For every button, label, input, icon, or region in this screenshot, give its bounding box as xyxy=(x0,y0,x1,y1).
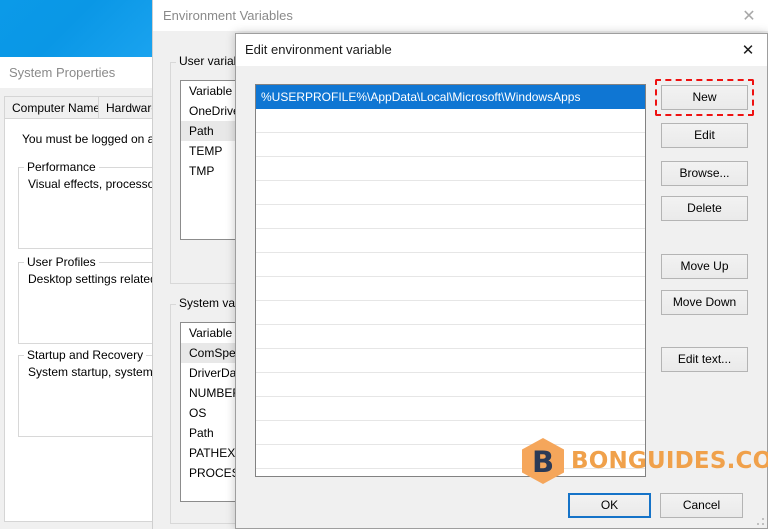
edit-text-button[interactable]: Edit text... xyxy=(661,347,748,372)
path-list-item[interactable] xyxy=(256,445,645,469)
path-list-item[interactable] xyxy=(256,373,645,397)
path-list-item[interactable] xyxy=(256,229,645,253)
resize-grip-icon[interactable] xyxy=(756,517,765,526)
path-list-item[interactable]: %USERPROFILE%\AppData\Local\Microsoft\Wi… xyxy=(256,85,645,109)
delete-button[interactable]: Delete xyxy=(661,196,748,221)
user-profiles-group-text: Desktop settings related to xyxy=(28,272,171,286)
path-list-item[interactable] xyxy=(256,301,645,325)
close-icon[interactable]: ✕ xyxy=(735,41,761,59)
move-up-button[interactable]: Move Up xyxy=(661,254,748,279)
path-list-item[interactable] xyxy=(256,397,645,421)
path-list-item[interactable] xyxy=(256,181,645,205)
path-list-item[interactable] xyxy=(256,133,645,157)
environment-variables-title: Environment Variables xyxy=(163,8,293,23)
path-list-item[interactable] xyxy=(256,205,645,229)
browse-button[interactable]: Browse... xyxy=(661,161,748,186)
edit-button[interactable]: Edit xyxy=(661,123,748,148)
startup-recovery-group-title: Startup and Recovery xyxy=(24,348,147,362)
cancel-button[interactable]: Cancel xyxy=(660,493,743,518)
edit-variable-title: Edit environment variable xyxy=(245,42,392,57)
move-down-button[interactable]: Move Down xyxy=(661,290,748,315)
desktop-blue-banner xyxy=(0,0,152,57)
system-properties-note: You must be logged on as a xyxy=(22,132,171,146)
performance-group-title: Performance xyxy=(24,160,99,174)
tab-computer-name[interactable]: Computer Name xyxy=(4,96,109,118)
path-list-item[interactable] xyxy=(256,325,645,349)
path-list-item[interactable] xyxy=(256,349,645,373)
close-icon[interactable]: ✕ xyxy=(735,6,763,25)
user-profiles-group-title: User Profiles xyxy=(24,255,99,269)
ok-button[interactable]: OK xyxy=(568,493,651,518)
path-list-item[interactable] xyxy=(256,277,645,301)
startup-recovery-group-text: System startup, system fail xyxy=(28,365,172,379)
path-list-item[interactable] xyxy=(256,253,645,277)
path-entries-list[interactable]: %USERPROFILE%\AppData\Local\Microsoft\Wi… xyxy=(255,84,646,477)
annotation-highlight-new-button xyxy=(655,79,754,116)
system-properties-title: System Properties xyxy=(9,65,116,80)
path-list-item[interactable] xyxy=(256,421,645,445)
path-list-item[interactable] xyxy=(256,109,645,133)
performance-group-text: Visual effects, processor s xyxy=(28,177,168,191)
path-list-item[interactable] xyxy=(256,157,645,181)
